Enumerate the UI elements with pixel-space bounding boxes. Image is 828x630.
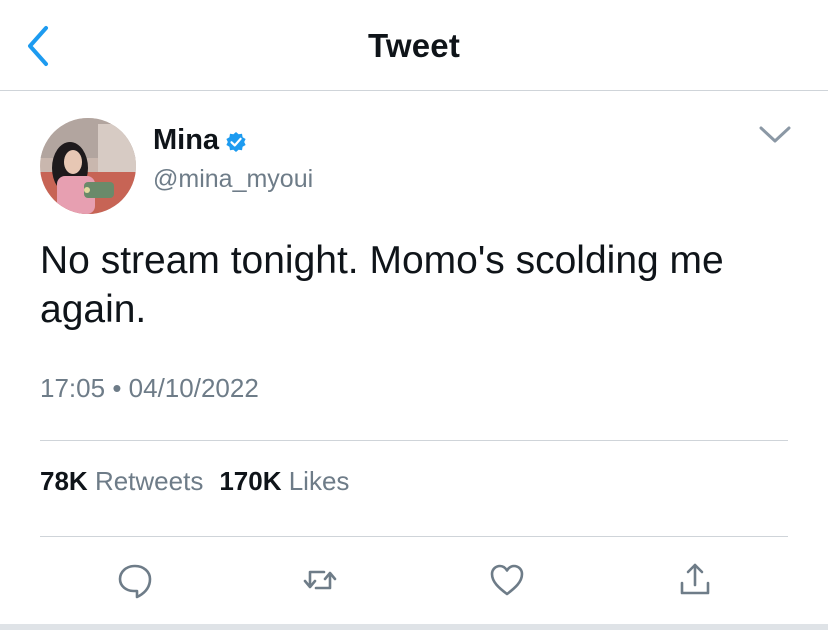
page-title: Tweet: [367, 27, 461, 64]
navigation-header: Tweet: [0, 0, 828, 91]
author-name[interactable]: Mina: [153, 124, 219, 157]
tweet-time: 17:05: [40, 373, 106, 403]
author-handle[interactable]: @mina_myoui: [153, 165, 313, 194]
divider: [40, 440, 788, 441]
retweets-stat[interactable]: 78K Retweets: [40, 466, 203, 497]
verified-badge-icon: [226, 131, 246, 152]
tweet-timestamp[interactable]: 17:05 • 04/10/2022: [40, 373, 259, 404]
retweet-icon[interactable]: [300, 560, 340, 600]
likes-label: Likes: [288, 466, 350, 496]
chevron-down-icon[interactable]: [757, 124, 793, 146]
share-icon[interactable]: [675, 560, 715, 600]
engagement-stats: 78K Retweets 170K Likes: [40, 466, 365, 497]
author-name-row[interactable]: Mina: [153, 124, 247, 157]
meta-separator: •: [112, 373, 122, 403]
avatar[interactable]: [40, 118, 136, 214]
like-icon[interactable]: [487, 560, 527, 600]
divider: [40, 536, 788, 537]
reply-icon[interactable]: [115, 560, 155, 600]
avatar-photo: [40, 118, 136, 214]
likes-count: 170K: [219, 466, 282, 496]
bottom-edge: [0, 624, 828, 630]
retweets-label: Retweets: [94, 466, 204, 496]
tweet-date: 04/10/2022: [128, 373, 259, 403]
likes-stat[interactable]: 170K Likes: [219, 466, 349, 497]
tweet-text: No stream tonight. Momo's scolding me ag…: [40, 239, 724, 331]
retweets-count: 78K: [40, 466, 88, 496]
